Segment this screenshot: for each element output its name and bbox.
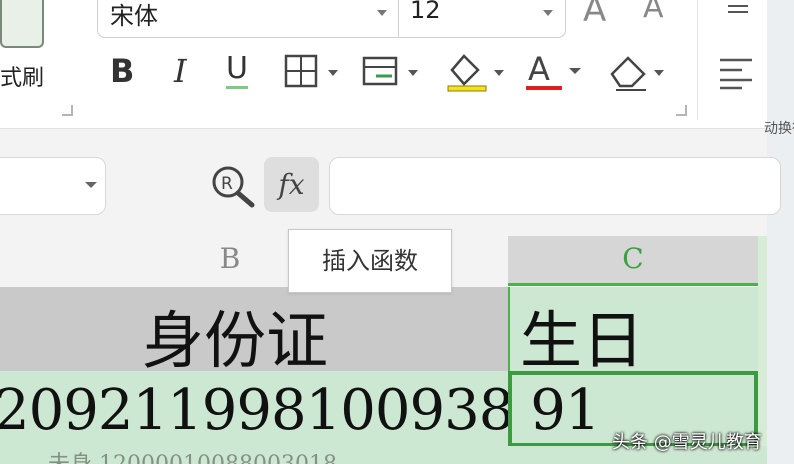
- font-size-caret-icon[interactable]: [543, 10, 553, 16]
- divider: [398, 0, 399, 37]
- underline-button[interactable]: U: [226, 52, 248, 89]
- insert-function-tooltip: 插入函数: [288, 229, 452, 293]
- formula-input[interactable]: [329, 157, 781, 215]
- bold-button[interactable]: B: [110, 52, 134, 90]
- font-name-caret-icon[interactable]: [377, 10, 387, 16]
- eraser-icon[interactable]: [606, 50, 670, 92]
- cell-c1-text: 生日: [520, 304, 645, 377]
- column-header-b[interactable]: B: [180, 242, 280, 275]
- scroll-area: [767, 0, 794, 464]
- cell-b3-text: 未身 12000010088003018: [48, 446, 337, 464]
- divider: [697, 0, 698, 120]
- zoom-search-icon[interactable]: R: [210, 164, 256, 208]
- cell-style-icon[interactable]: [362, 54, 424, 90]
- borders-icon[interactable]: [284, 54, 344, 90]
- font-combo: [97, 0, 566, 38]
- svg-text:R: R: [221, 174, 233, 194]
- font-size-select[interactable]: 12: [410, 0, 441, 24]
- format-painter-label: 式刷: [0, 66, 45, 91]
- column-header-c[interactable]: C: [508, 242, 758, 275]
- format-painter-button[interactable]: [0, 0, 44, 48]
- decrease-font-button[interactable]: A: [643, 0, 664, 25]
- insert-function-button[interactable]: fx: [264, 157, 319, 212]
- cell-b1-text: 身份证: [141, 304, 328, 377]
- increase-font-button[interactable]: A: [583, 0, 606, 30]
- font-group-expand-icon[interactable]: [676, 105, 687, 116]
- wrap-text-label[interactable]: 动换行: [764, 118, 794, 138]
- group-expand-icon[interactable]: [62, 105, 73, 116]
- font-color-caret-icon[interactable]: [568, 66, 582, 76]
- align-left-icon[interactable]: [718, 56, 756, 90]
- italic-button[interactable]: I: [174, 52, 187, 90]
- watermark: 头条 @雪灵儿教育: [612, 432, 762, 453]
- font-color-button[interactable]: A: [528, 50, 550, 88]
- align-top-icon[interactable]: [726, 0, 752, 20]
- fill-color-icon[interactable]: [444, 50, 508, 94]
- name-box-caret-icon[interactable]: [84, 180, 98, 190]
- font-name-select[interactable]: 宋体: [110, 0, 158, 31]
- font-color-swatch: [526, 86, 562, 90]
